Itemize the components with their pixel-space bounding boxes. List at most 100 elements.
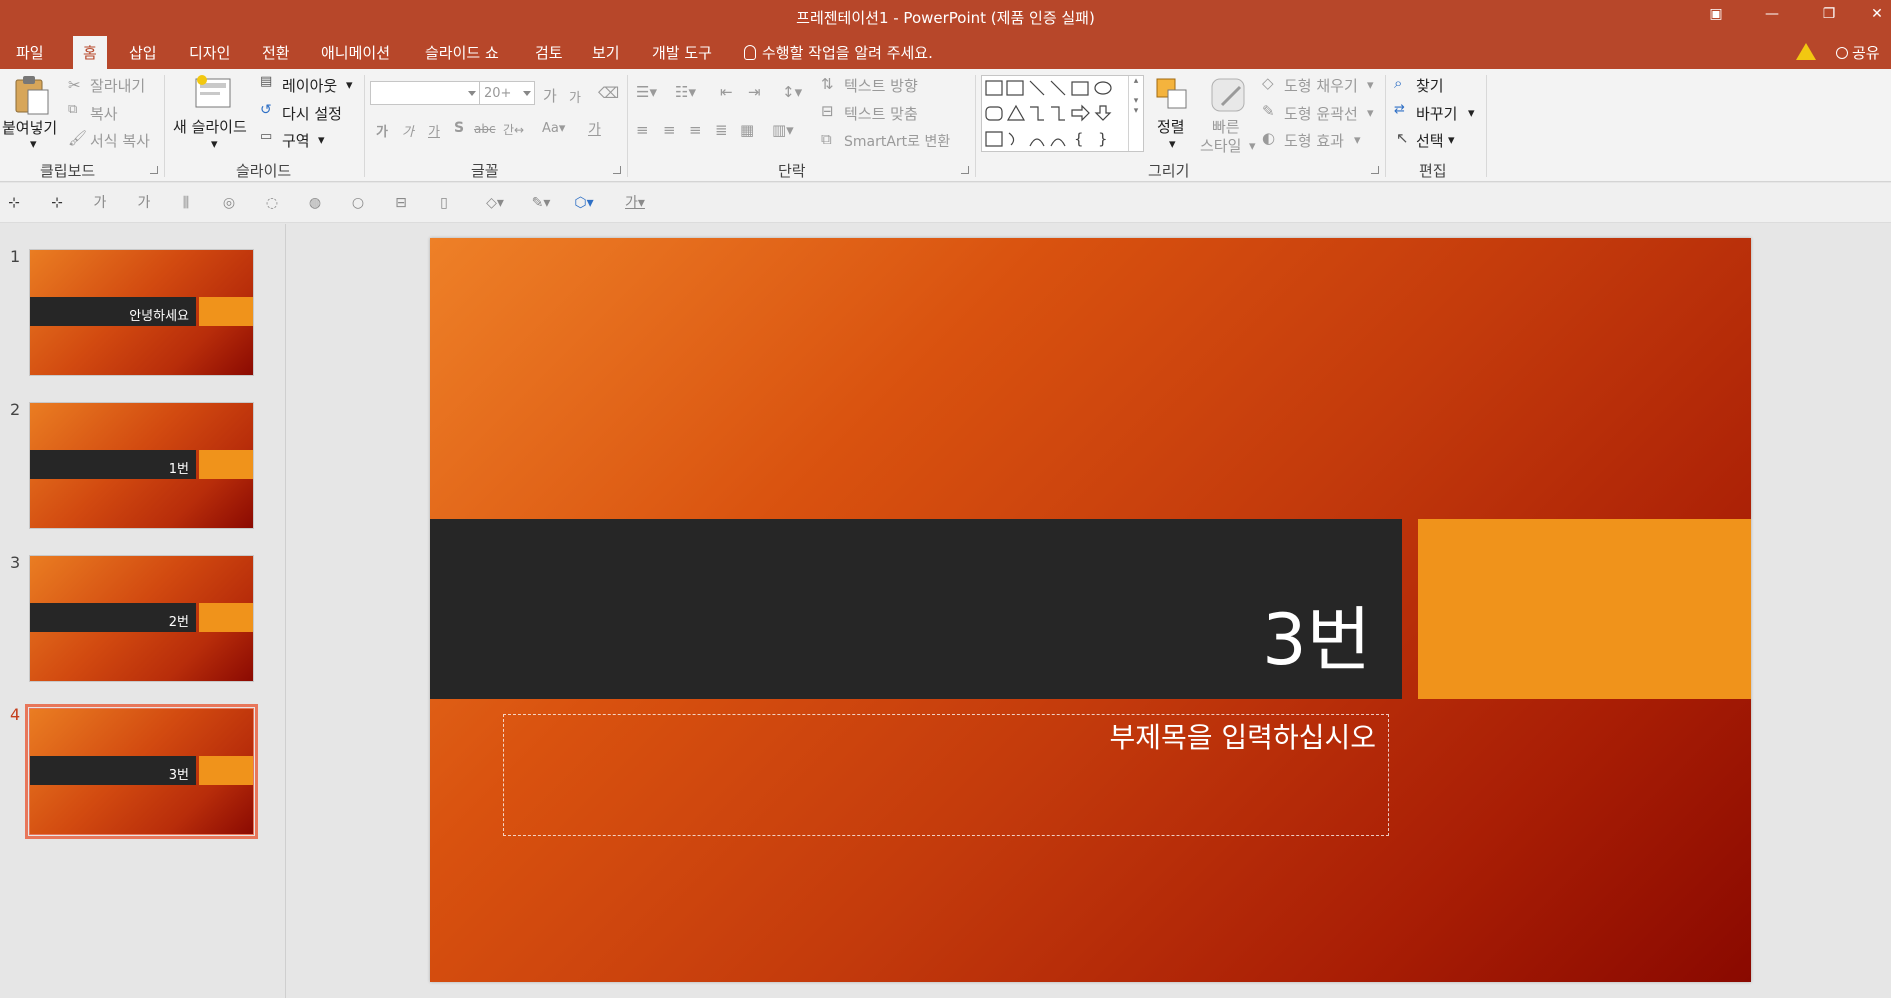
new-slide-button[interactable]: 새 슬라이드 (173, 116, 247, 137)
slide-thumbnail-4[interactable]: 3번 (25, 704, 258, 839)
fill-color-icon[interactable]: ◇▾ (480, 195, 510, 211)
shrink-text-icon[interactable]: 가 (136, 195, 152, 211)
pen-color-icon[interactable]: ✎▾ (526, 195, 556, 211)
shape-fill-button[interactable]: 도형 채우기 (1284, 75, 1358, 96)
shape-outline-qat-icon[interactable]: ⬡▾ (567, 195, 601, 211)
arrange-button[interactable]: 정렬 (1157, 116, 1185, 137)
font-size-combobox[interactable]: 20+ (479, 81, 535, 105)
select-dropdown-icon[interactable]: ▾ (1448, 133, 1455, 148)
justify-icon[interactable]: ≣ (715, 121, 728, 139)
group-icon[interactable]: ▯ (436, 195, 452, 211)
bold-icon[interactable]: 가 (376, 121, 388, 140)
shapes-gallery[interactable]: {} ▴ ▾ ▾ (981, 75, 1144, 152)
align-right-icon[interactable]: ≡ (689, 121, 702, 139)
union-icon[interactable]: ◎ (221, 195, 237, 211)
align-icon[interactable]: ⊟ (393, 195, 409, 211)
distribute-icon[interactable]: ⫼ (178, 195, 194, 211)
ribbon-display-icon[interactable]: ▣ (1705, 6, 1727, 26)
quick-styles-icon[interactable] (1208, 75, 1248, 115)
font-color-icon[interactable]: 가 (588, 119, 601, 139)
align-center-icon[interactable]: ≡ (663, 121, 676, 139)
reset-button[interactable]: 다시 설정 (282, 103, 342, 124)
slide-title[interactable]: 3번 (1262, 584, 1371, 685)
align-text-button[interactable]: 텍스트 맞춤 (844, 103, 918, 124)
shape-effects-button[interactable]: 도형 효과 (1284, 130, 1344, 151)
layout-dropdown-icon[interactable]: ▾ (346, 78, 353, 93)
minimize-icon[interactable]: — (1761, 6, 1783, 26)
font-launcher-icon[interactable] (613, 166, 621, 174)
combine-icon[interactable]: ◌ (264, 195, 280, 211)
strikethrough-icon[interactable]: abc (474, 122, 496, 136)
tell-me-search[interactable]: 수행할 작업을 알려 주세요. (744, 42, 933, 63)
paste-button[interactable]: 붙여넣기 (2, 117, 57, 138)
clipboard-launcher-icon[interactable] (150, 166, 158, 174)
slide-thumbnail-2[interactable]: 1번 (29, 402, 254, 529)
tab-view[interactable]: 보기 (592, 42, 620, 63)
distributed-icon[interactable]: ▦ (740, 121, 754, 139)
arrange-dropdown-icon[interactable]: ▾ (1169, 137, 1176, 152)
slide-thumbnail-1[interactable]: 안녕하세요 (29, 249, 254, 376)
shrink-font-icon[interactable]: 가 (569, 87, 581, 106)
tab-design[interactable]: 디자인 (189, 42, 230, 63)
intersect-icon[interactable]: ◍ (307, 195, 323, 211)
hierarchy-icon[interactable]: ⊹ (6, 195, 22, 211)
underline-icon[interactable]: 가 (428, 121, 440, 140)
section-button[interactable]: 구역 (282, 130, 310, 151)
text-color-icon[interactable]: 가▾ (620, 195, 650, 211)
italic-icon[interactable]: 가 (402, 121, 414, 140)
share-button[interactable]: 공유 (1836, 42, 1880, 63)
gallery-scroll-icon[interactable]: ▴ ▾ ▾ (1128, 76, 1143, 151)
slide-thumbnail-3[interactable]: 2번 (29, 555, 254, 682)
warning-icon[interactable] (1796, 43, 1816, 60)
decrease-indent-icon[interactable]: ⇤ (720, 83, 733, 101)
quick-styles-dropdown-icon[interactable]: ▾ (1249, 139, 1256, 154)
new-slide-dropdown-icon[interactable]: ▾ (211, 137, 218, 152)
shadow-icon[interactable]: S (454, 120, 464, 136)
layout-button[interactable]: 레이아웃 (282, 75, 337, 96)
tab-insert[interactable]: 삽입 (129, 42, 157, 63)
tab-developer[interactable]: 개발 도구 (652, 42, 712, 63)
copy-button[interactable]: 복사 (90, 103, 118, 124)
char-spacing-icon[interactable]: 간↔ (503, 121, 524, 138)
bullets-icon[interactable]: ☰▾ (636, 83, 657, 101)
hierarchy-icon[interactable]: ⊹ (49, 195, 65, 211)
paste-dropdown-icon[interactable]: ▾ (30, 137, 37, 152)
columns-icon[interactable]: ▥▾ (772, 121, 794, 139)
tab-review[interactable]: 검토 (535, 42, 563, 63)
grow-font-icon[interactable]: 가 (543, 85, 557, 106)
new-slide-icon[interactable] (192, 75, 234, 115)
select-button[interactable]: 선택 (1416, 130, 1444, 151)
shape-effects-dropdown-icon[interactable]: ▾ (1354, 133, 1361, 148)
close-icon[interactable]: ✕ (1866, 6, 1888, 26)
change-case-icon[interactable]: Aa▾ (542, 121, 565, 136)
shape-outline-button[interactable]: 도형 윤곽선 (1284, 103, 1358, 124)
section-dropdown-icon[interactable]: ▾ (318, 133, 325, 148)
tab-transitions[interactable]: 전환 (262, 42, 290, 63)
replace-button[interactable]: 바꾸기 (1416, 103, 1457, 124)
arrange-icon[interactable] (1153, 75, 1193, 115)
font-name-combobox[interactable] (370, 81, 480, 105)
subtitle-placeholder[interactable]: 부제목을 입력하십시오 (503, 714, 1389, 836)
increase-indent-icon[interactable]: ⇥ (748, 83, 761, 101)
smartart-button[interactable]: SmartArt로 변환 (844, 131, 950, 151)
align-left-icon[interactable]: ≡ (636, 121, 649, 139)
shape-fill-dropdown-icon[interactable]: ▾ (1367, 78, 1374, 93)
format-painter-button[interactable]: 서식 복사 (90, 130, 150, 151)
tab-home[interactable]: 홈 (73, 36, 107, 69)
restore-icon[interactable]: ❐ (1818, 6, 1840, 26)
current-slide[interactable]: 3번 부제목을 입력하십시오 (430, 238, 1751, 982)
replace-dropdown-icon[interactable]: ▾ (1468, 106, 1475, 121)
clear-formatting-icon[interactable]: ⌫ (598, 84, 619, 102)
tab-animations[interactable]: 애니메이션 (321, 42, 390, 63)
tab-file[interactable]: 파일 (16, 42, 44, 63)
quick-styles-label-2[interactable]: 스타일 (1200, 135, 1241, 156)
grow-text-icon[interactable]: 가 (92, 195, 108, 211)
numbering-icon[interactable]: ☷▾ (675, 83, 696, 101)
cut-button[interactable]: 잘라내기 (90, 75, 145, 96)
drawing-launcher-icon[interactable] (1371, 166, 1379, 174)
tab-slideshow[interactable]: 슬라이드 쇼 (425, 42, 499, 63)
line-spacing-icon[interactable]: ↕▾ (782, 83, 802, 101)
paste-icon[interactable] (12, 74, 52, 116)
quick-styles-label-1[interactable]: 빠른 (1212, 116, 1240, 137)
shape-outline-dropdown-icon[interactable]: ▾ (1367, 106, 1374, 121)
